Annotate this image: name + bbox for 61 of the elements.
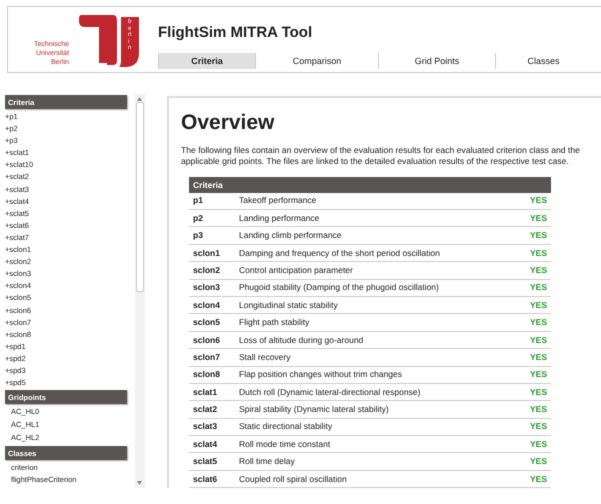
description-link[interactable]: Roll time delay (239, 455, 521, 468)
nav-tab[interactable]: Grid Points (378, 52, 495, 68)
criterion-id: sclon2 (192, 264, 221, 277)
result-label: YES (528, 246, 548, 260)
result-label: YES (528, 455, 548, 468)
result-label: YES (528, 403, 548, 416)
criterion-id: sclon3 (192, 281, 221, 294)
criterion-id: sclon4 (192, 298, 221, 312)
criterion-id: p1 (192, 194, 204, 208)
result-label: YES (528, 316, 548, 329)
criterion-id: sclat2 (192, 403, 218, 416)
criterion-id: sclon7 (192, 350, 221, 364)
page-heading: Overview (181, 112, 276, 133)
nav-tab[interactable]: Criteria (158, 52, 255, 68)
criterion-id: sclat4 (192, 438, 218, 451)
table-header: Criteria (189, 176, 551, 193)
description-link[interactable]: Landing performance (239, 212, 521, 225)
result-label: YES (528, 438, 548, 451)
criterion-id: sclat6 (192, 472, 218, 486)
description-link[interactable]: Spiral stability (Dynamic lateral stability) (239, 403, 521, 416)
criterion-id: sclon1 (192, 246, 221, 260)
description-link[interactable]: Stall recovery (239, 350, 521, 364)
result-label: YES (528, 298, 548, 312)
criterion-id: sclon5 (192, 316, 221, 329)
description-link[interactable]: Roll mode time constant (239, 438, 521, 451)
nav-tab[interactable]: Classes (495, 52, 591, 68)
description-link[interactable]: Damping and frequency of the short period oscillation (239, 246, 521, 260)
description-link[interactable]: Takeoff performance (239, 194, 521, 208)
description-link[interactable]: Dutch roll (Dynamic lateral-directional response) (239, 386, 521, 398)
result-label: YES (528, 212, 548, 225)
result-label: YES (528, 386, 548, 398)
criterion-id: sclat5 (192, 455, 218, 468)
result-label: YES (528, 368, 548, 382)
result-label: YES (528, 264, 548, 277)
description-link[interactable]: Phugoid stability (Damping of the phugoid oscillation) (239, 281, 521, 294)
result-label: YES (528, 472, 548, 486)
description-link[interactable]: Flight path stability (239, 316, 521, 329)
result-label: YES (528, 194, 548, 208)
criterion-id: sclon8 (192, 368, 221, 382)
scroll-down-icon[interactable] (137, 481, 142, 486)
description-link[interactable]: Static directional stability (239, 420, 521, 434)
description-link[interactable]: Longitudinal static stability (239, 298, 521, 312)
nav-tab[interactable]: Comparison (255, 52, 378, 68)
criterion-id: sclat3 (192, 420, 218, 434)
criterion-id: sclon6 (192, 334, 221, 346)
app-title: FlightSim MITRA Tool (158, 23, 314, 43)
description-link[interactable]: Landing climb performance (239, 229, 521, 242)
criterion-id: p3 (192, 229, 204, 242)
result-label: YES (528, 281, 548, 294)
criterion-id: p2 (192, 212, 204, 225)
description-link[interactable]: Coupled roll spiral oscillation (239, 472, 521, 486)
result-label: YES (528, 420, 548, 434)
result-label: YES (528, 334, 548, 346)
description-link[interactable]: Control anticipation parameter (239, 264, 521, 277)
result-label: YES (528, 350, 548, 364)
criterion-id: sclat1 (192, 386, 218, 398)
intro-paragraph: The following files contain an overview of the evaluation results for each evaluated criterion class and the applicable grid points. The files are linked to the detailed evaluation results of the respective test case. (181, 145, 581, 168)
result-label: YES (528, 229, 548, 242)
scrollbar[interactable] (135, 94, 145, 488)
description-link[interactable]: Flap position changes without trim changes (239, 368, 521, 382)
description-link[interactable]: Loss of altitude during go-around (239, 334, 521, 346)
